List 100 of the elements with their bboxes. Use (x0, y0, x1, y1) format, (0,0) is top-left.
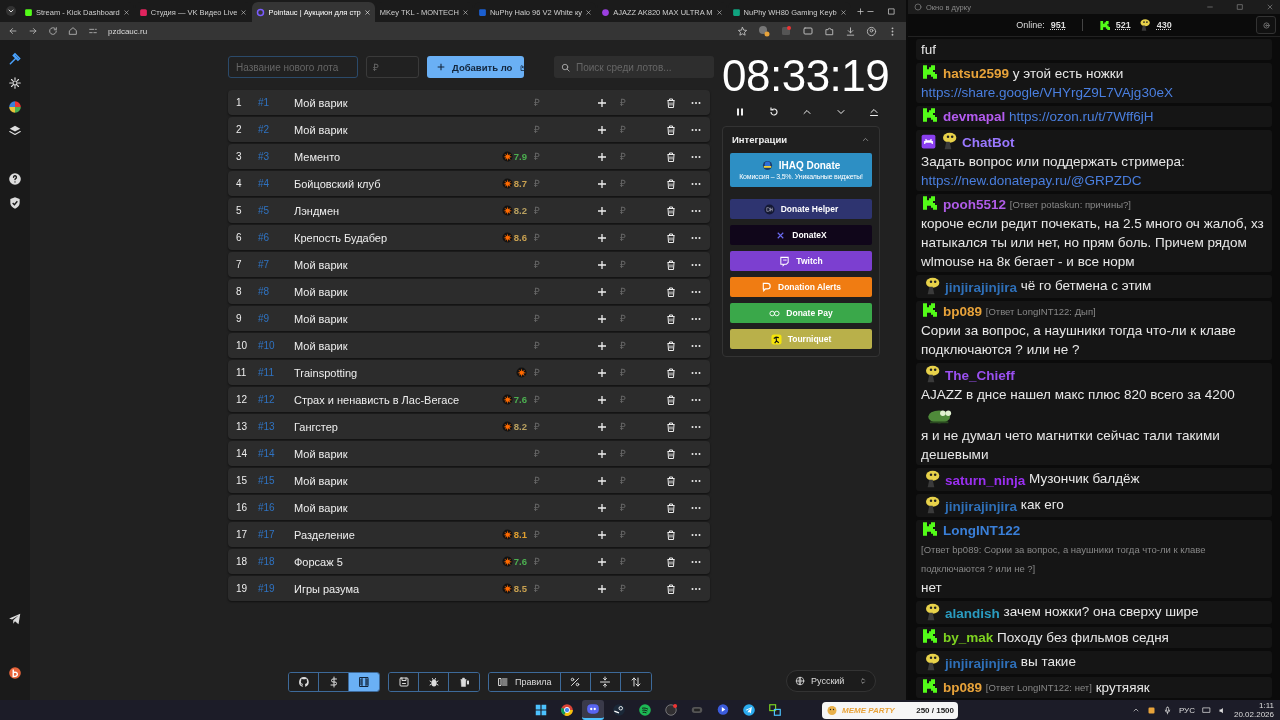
add-lot-button[interactable]: Добавить ло (427, 56, 524, 78)
amount-input[interactable]: ₽ (530, 178, 552, 189)
username[interactable]: bp089 (943, 680, 983, 695)
amount-input[interactable]: ₽ (530, 556, 552, 567)
add-amount-input[interactable]: ₽ (616, 367, 654, 378)
close-icon[interactable] (122, 8, 130, 16)
tab-search-icon[interactable] (5, 5, 17, 17)
add-amount-input[interactable]: ₽ (616, 313, 654, 324)
trash-icon[interactable] (665, 447, 677, 460)
username[interactable]: alandish (945, 606, 1000, 621)
trash-icon[interactable] (665, 177, 677, 190)
add-amount-input[interactable]: ₽ (616, 259, 654, 270)
plus-icon[interactable] (596, 123, 608, 136)
username[interactable]: jinjirajinjira (945, 499, 1018, 514)
plus-icon[interactable] (596, 501, 608, 514)
plus-icon[interactable] (596, 177, 608, 190)
username[interactable]: LongINT122 (943, 523, 1021, 538)
forward-icon[interactable] (28, 26, 38, 36)
close-icon[interactable] (363, 8, 371, 16)
add-amount-input[interactable]: ₽ (616, 151, 654, 162)
close-icon[interactable] (585, 8, 593, 16)
extension-icon[interactable] (780, 25, 792, 37)
add-amount-input[interactable]: ₽ (616, 394, 654, 405)
plus-icon[interactable] (596, 285, 608, 298)
chevron-up-bar-icon[interactable] (868, 106, 880, 118)
monitor-icon[interactable] (1201, 705, 1211, 715)
reload-icon[interactable] (48, 26, 58, 36)
amount-input[interactable]: ₽ (530, 313, 552, 324)
trash-icon[interactable] (665, 582, 677, 595)
username[interactable]: by_mak (943, 630, 994, 645)
lot-price-input[interactable]: ₽ (366, 56, 419, 78)
amount-input[interactable]: ₽ (530, 259, 552, 270)
plus-icon[interactable] (596, 582, 608, 595)
add-amount-input[interactable]: ₽ (616, 340, 654, 351)
username[interactable]: pooh5512 (943, 197, 1007, 212)
reset-icon[interactable] (767, 106, 780, 118)
telegram-icon[interactable] (8, 612, 22, 626)
language-select[interactable]: Русский (786, 670, 876, 692)
trash-icon[interactable] (665, 501, 677, 514)
trash-icon[interactable] (665, 312, 677, 325)
chevron-up-icon[interactable] (1131, 706, 1140, 714)
trash-icon[interactable] (665, 150, 677, 163)
trash-icon[interactable] (665, 474, 677, 487)
amount-input[interactable]: ₽ (530, 529, 552, 540)
toolbar-button[interactable] (289, 673, 319, 691)
integration-button[interactable]: Twitch (730, 251, 872, 271)
add-amount-input[interactable]: ₽ (616, 286, 654, 297)
add-amount-input[interactable]: ₽ (616, 178, 654, 189)
trash-icon[interactable] (665, 393, 677, 406)
trash-icon[interactable] (665, 231, 677, 244)
amount-input[interactable]: ₽ (530, 421, 552, 432)
hammer-icon[interactable] (8, 52, 22, 66)
add-amount-input[interactable]: ₽ (616, 124, 654, 135)
clock-date[interactable]: 20.02.2026 (1233, 710, 1274, 719)
trash-icon[interactable] (665, 258, 677, 271)
amount-input[interactable]: ₽ (530, 367, 552, 378)
keyboard-language[interactable]: РУС (1178, 705, 1195, 715)
trash-icon[interactable] (665, 366, 677, 379)
amount-input[interactable]: ₽ (530, 124, 552, 135)
lot-name-input[interactable]: Название нового лота (228, 56, 358, 78)
extension-icon[interactable] (802, 25, 814, 37)
extension-icon[interactable] (758, 25, 770, 37)
home-icon[interactable] (68, 26, 78, 36)
close-icon[interactable] (839, 8, 847, 16)
trash-icon[interactable] (665, 204, 677, 217)
b-logo-icon[interactable] (8, 666, 22, 680)
pie-chart-icon[interactable] (8, 100, 22, 114)
plus-icon[interactable] (596, 447, 608, 460)
bookmark-star-icon[interactable] (737, 25, 748, 37)
amount-input[interactable]: ₽ (530, 151, 552, 162)
plus-icon[interactable] (596, 393, 608, 406)
close-icon[interactable] (240, 8, 248, 16)
new-tab-icon[interactable] (855, 6, 865, 16)
plus-icon[interactable] (596, 96, 608, 109)
add-amount-input[interactable]: ₽ (616, 529, 654, 540)
address-field[interactable]: pzdcauc.ru (108, 26, 148, 36)
chevron-up-icon[interactable] (861, 135, 870, 144)
trash-icon[interactable] (665, 339, 677, 352)
username[interactable]: bp089 (943, 304, 983, 319)
username[interactable]: saturn_ninja (945, 473, 1026, 488)
message-link[interactable]: https://share.google/VHYrgZ9L7VAjg30eX (921, 85, 1173, 100)
trash-icon[interactable] (665, 528, 677, 541)
download-icon[interactable] (845, 25, 856, 37)
layers-icon[interactable] (8, 124, 22, 138)
toolbar-button[interactable] (389, 673, 419, 691)
profile-icon[interactable] (866, 25, 877, 37)
amount-input[interactable]: ₽ (530, 502, 552, 513)
add-amount-input[interactable]: ₽ (616, 475, 654, 486)
toolbar-button[interactable]: Правила (489, 673, 561, 691)
username[interactable]: jinjirajinjira (945, 280, 1018, 295)
message-link[interactable]: https://new.donatepay.ru/@GRPZDC (921, 173, 1142, 188)
help-icon[interactable] (8, 172, 22, 186)
plus-icon[interactable] (596, 231, 608, 244)
plus-icon[interactable] (596, 474, 608, 487)
amount-input[interactable]: ₽ (530, 583, 552, 594)
shield-icon[interactable] (8, 196, 22, 210)
trash-icon[interactable] (665, 555, 677, 568)
plus-icon[interactable] (596, 366, 608, 379)
trash-icon[interactable] (665, 420, 677, 433)
toolbar-button[interactable] (349, 673, 379, 691)
